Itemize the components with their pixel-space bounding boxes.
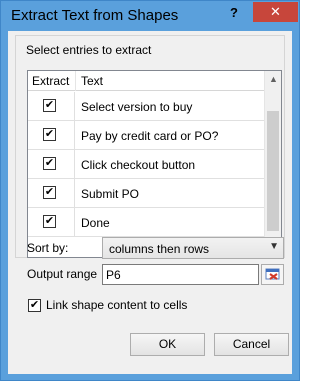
extract-checkbox[interactable]: ✔ (43, 99, 56, 112)
output-range-value: P6 (106, 268, 121, 282)
up-arrow-icon[interactable]: ▲ (265, 71, 281, 88)
extract-cell: ✔ (28, 92, 75, 120)
link-shape-label[interactable]: Link shape content to cells (46, 298, 187, 312)
list-item[interactable]: ✔ Select version to buy (28, 92, 264, 121)
sort-by-value: columns then rows (109, 242, 210, 256)
link-shape-checkbox[interactable]: ✔ (28, 299, 41, 312)
entry-text: Pay by credit card or PO? (81, 129, 219, 143)
entry-text: Select version to buy (81, 100, 193, 114)
sort-by-label: Sort by: (27, 241, 69, 255)
entry-text: Submit PO (81, 187, 140, 201)
list-rows: ✔ Select version to buy ✔ Pay by credit … (28, 92, 264, 237)
cancel-button[interactable]: Cancel (214, 333, 289, 356)
list-item[interactable]: ✔ Done (28, 208, 264, 237)
sort-by-select[interactable]: columns then rows ▼ (102, 237, 284, 259)
entries-list[interactable]: Extract Text ✔ Select version to buy ✔ P… (27, 70, 282, 258)
extract-checkbox[interactable]: ✔ (43, 157, 56, 170)
extract-checkbox[interactable]: ✔ (43, 128, 56, 141)
range-picker-button[interactable] (261, 264, 284, 285)
list-item[interactable]: ✔ Pay by credit card or PO? (28, 121, 264, 150)
close-button[interactable]: ✕ (253, 2, 298, 22)
output-range-label: Output range (27, 267, 98, 281)
column-separator[interactable] (75, 71, 76, 91)
scroll-thumb[interactable] (267, 111, 279, 231)
extract-cell: ✔ (28, 150, 75, 178)
title-bar: Extract Text from Shapes ? ✕ (1, 1, 299, 31)
help-button[interactable]: ? (221, 3, 247, 23)
extract-checkbox[interactable]: ✔ (43, 215, 56, 228)
dialog-body: Select entries to extract Extract Text ✔… (8, 31, 292, 374)
dialog-window: Extract Text from Shapes ? ✕ Select entr… (0, 0, 300, 381)
extract-checkbox[interactable]: ✔ (43, 186, 56, 199)
column-header-extract[interactable]: Extract (32, 74, 69, 88)
dialog-title: Extract Text from Shapes (11, 7, 179, 24)
chevron-down-icon[interactable]: ▼ (269, 241, 279, 252)
vertical-scrollbar[interactable]: ▲ ▼ (264, 71, 281, 257)
range-picker-icon (265, 268, 280, 280)
list-item[interactable]: ✔ Click checkout button (28, 150, 264, 179)
list-item[interactable]: ✔ Submit PO (28, 179, 264, 208)
extract-cell: ✔ (28, 208, 75, 236)
entries-group-label: Select entries to extract (26, 43, 152, 57)
ok-button[interactable]: OK (130, 333, 205, 356)
entry-text: Done (81, 216, 110, 230)
list-header: Extract Text (28, 71, 264, 91)
extract-cell: ✔ (28, 179, 75, 207)
column-header-text[interactable]: Text (81, 74, 103, 88)
output-range-input[interactable]: P6 (102, 264, 259, 285)
extract-cell: ✔ (28, 121, 75, 149)
entry-text: Click checkout button (81, 158, 196, 172)
